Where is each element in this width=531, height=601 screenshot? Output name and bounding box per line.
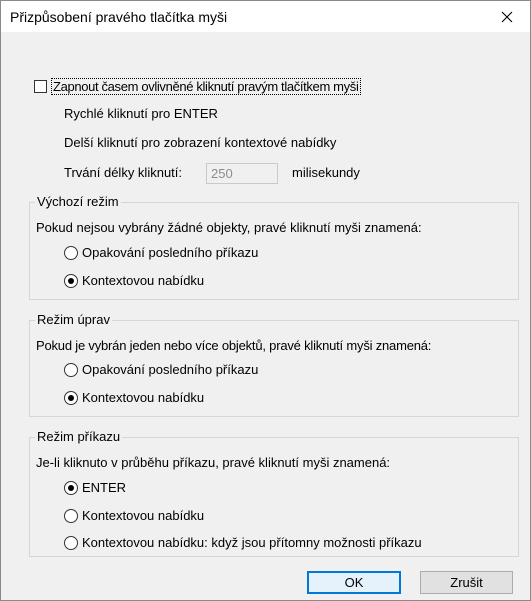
default-mode-context-label[interactable]: Kontextovou nabídku [82,273,204,288]
timed-right-click-label-text: Zapnout časem ovlivněné kliknutí pravým … [53,79,359,94]
edit-mode-repeat-radio[interactable] [64,363,78,377]
command-mode-context-label[interactable]: Kontextovou nabídku [82,508,204,523]
edit-mode-title: Režim úprav [35,312,112,327]
duration-input[interactable]: 250 [206,163,278,184]
quick-click-text: Rychlé kliknutí pro ENTER [64,106,218,121]
command-mode-description: Je-li kliknuto v průběhu příkazu, pravé … [36,455,391,470]
edit-mode-description: Pokud je vybrán jeden nebo více objektů,… [36,338,432,353]
command-mode-title: Režim příkazu [35,429,123,444]
timed-right-click-checkbox[interactable] [34,80,47,93]
command-mode-context-options-radio[interactable] [64,536,78,550]
default-mode-context-radio[interactable] [64,274,78,288]
default-mode-repeat-label[interactable]: Opakování posledního příkazu [82,245,258,260]
cancel-button[interactable]: Zrušit [420,571,513,594]
edit-mode-repeat-label[interactable]: Opakování posledního příkazu [82,362,258,377]
close-button[interactable] [484,1,530,32]
timed-right-click-label[interactable]: Zapnout časem ovlivněné kliknutí pravým … [51,78,361,95]
duration-unit: milisekundy [292,165,360,180]
dialog-window: Přizpůsobení pravého tlačítka myši Zapno… [0,0,531,601]
ok-button-label: OK [344,575,364,590]
cancel-button-label: Zrušit [450,575,483,590]
long-click-text: Delší kliknutí pro zobrazení kontextové … [64,135,337,150]
title-bar: Přizpůsobení pravého tlačítka myši [1,1,530,32]
command-mode-enter-label[interactable]: ENTER [82,480,126,495]
default-mode-title: Výchozí režim [35,194,121,209]
dialog-title: Přizpůsobení pravého tlačítka myši [10,9,228,25]
ok-button[interactable]: OK [307,571,401,594]
command-mode-enter-radio[interactable] [64,481,78,495]
edit-mode-context-label[interactable]: Kontextovou nabídku [82,390,204,405]
close-icon [501,11,513,22]
default-mode-repeat-radio[interactable] [64,246,78,260]
default-mode-description: Pokud nejsou vybrány žádné objekty, prav… [36,220,422,235]
command-mode-context-radio[interactable] [64,509,78,523]
command-mode-context-options-label[interactable]: Kontextovou nabídku: když jsou přítomny … [82,535,422,550]
edit-mode-context-radio[interactable] [64,391,78,405]
duration-label: Trvání délky kliknutí: [64,165,183,180]
